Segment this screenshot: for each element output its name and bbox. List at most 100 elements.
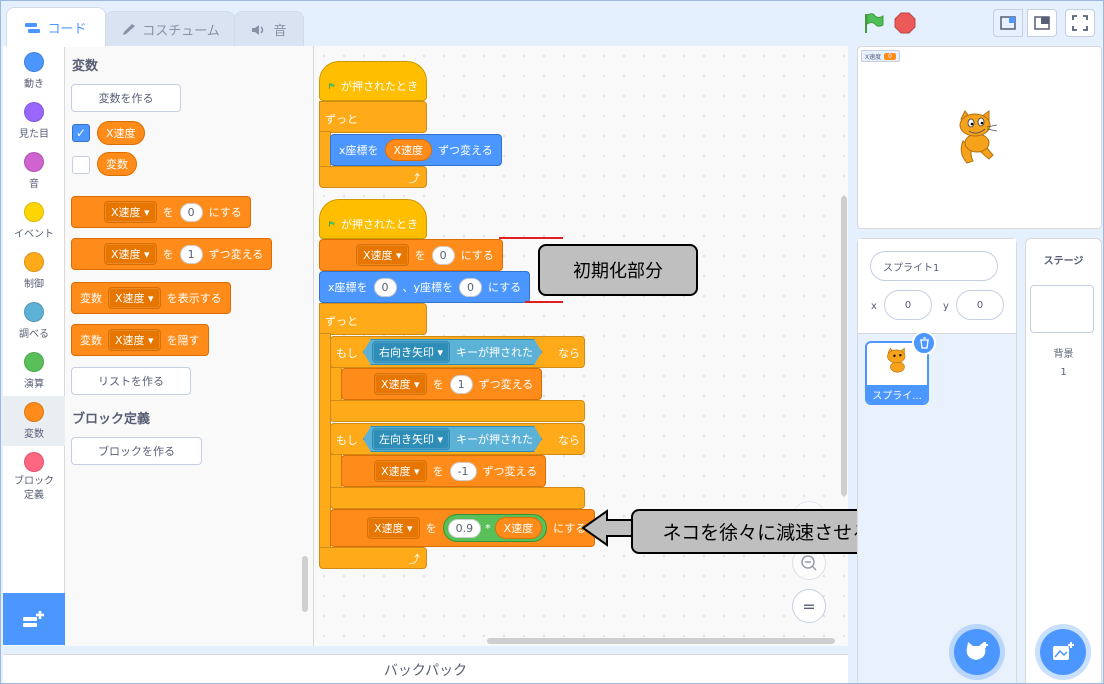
variable-monitor[interactable]: X速度 0 [861, 50, 900, 62]
stage-thumbnail[interactable] [1030, 285, 1094, 333]
variable-dropdown[interactable]: X速度 ▾ [367, 517, 420, 539]
key-pressed-sensor-2[interactable]: 左向き矢印 ▾ キーが押された [363, 426, 542, 452]
tab-sounds[interactable]: 音 [234, 11, 304, 47]
dd-label: X速度 [111, 206, 141, 219]
change-variable-block-2[interactable]: X速度 ▾ を 1 ずつ変える [341, 368, 543, 400]
show-variable-block[interactable]: 変数 X速度 ▾ を表示する [71, 282, 231, 314]
zoom-reset-button[interactable]: = [792, 589, 826, 623]
delete-sprite-button[interactable] [912, 331, 936, 355]
workspace-v-scrollbar[interactable] [841, 196, 847, 496]
block-text: ずつ変える [482, 465, 538, 478]
fullscreen-button[interactable] [1065, 9, 1095, 37]
backpack[interactable]: バックパック [3, 654, 848, 683]
choose-sprite-button[interactable] [954, 629, 1000, 675]
stop-icon[interactable] [894, 12, 916, 34]
palette-heading-variables: 変数 [72, 59, 99, 74]
category-myblocks[interactable]: ブロック定義 [3, 446, 65, 506]
variable-dropdown[interactable]: X速度 ▾ [108, 287, 161, 309]
var2-checkbox[interactable] [72, 156, 90, 174]
dd-label: X速度 [363, 249, 393, 262]
number-input[interactable]: 0.9 [447, 518, 482, 538]
change-x-block[interactable]: x座標を X速度 ずつ変える [330, 134, 502, 166]
variable-dropdown[interactable]: X速度 ▾ [104, 201, 157, 223]
category-label: 音 [29, 179, 39, 190]
stage-pane-title: ステージ [1043, 255, 1084, 267]
variable-dropdown[interactable]: X速度 ▾ [356, 244, 409, 266]
callout-init: 初期化部分 [538, 244, 698, 296]
stage-pane: ステージ 背景 1 [1025, 238, 1102, 683]
key-pressed-sensor[interactable]: 右向き矢印 ▾ キーが押された [363, 339, 542, 365]
choose-backdrop-button[interactable] [1040, 629, 1086, 675]
speaker-icon [252, 24, 264, 35]
category-variables[interactable]: 変数 [3, 396, 65, 446]
key-dropdown[interactable]: 右向き矢印 ▾ [372, 341, 450, 363]
cat-sprite-icon[interactable] [953, 109, 1003, 167]
number-input[interactable]: 0 [431, 245, 455, 265]
make-variable-button[interactable]: 変数を作る [71, 84, 181, 112]
variables-dot [24, 402, 44, 422]
var1-reporter[interactable]: X速度 [97, 121, 145, 145]
tab-code[interactable]: コード [6, 7, 106, 47]
sprite-name-input[interactable]: スプライト1 [870, 251, 998, 281]
number-input[interactable]: 0 [179, 202, 203, 222]
key-dropdown[interactable]: 左向き矢印 ▾ [372, 428, 450, 450]
change-variable-block[interactable]: X速度 ▾ を 1 ずつ変える [71, 238, 273, 270]
x-label: x [871, 301, 877, 312]
loop-arrow-icon: ⤴ [409, 553, 420, 566]
variable-reporter[interactable]: X速度 [384, 139, 433, 161]
variable-dropdown[interactable]: X速度 ▾ [374, 373, 427, 395]
large-stage-button[interactable] [1027, 9, 1057, 37]
events-dot [24, 202, 44, 222]
var2-reporter[interactable]: 変数 [97, 152, 137, 176]
variable-reporter[interactable]: X速度 [494, 517, 543, 539]
sprite-x-input[interactable]: 0 [884, 290, 932, 320]
block-text: 変数 [80, 292, 102, 305]
sprite-y-input[interactable]: 0 [956, 290, 1004, 320]
stage-canvas[interactable]: X速度 0 [857, 46, 1102, 229]
green-flag-icon[interactable] [861, 11, 885, 35]
if-label: もし [336, 434, 358, 447]
set-variable-block[interactable]: X速度 ▾ を 0 にする [71, 196, 251, 228]
number-input[interactable]: -1 [449, 461, 477, 481]
variable-dropdown[interactable]: X速度 ▾ [108, 329, 161, 351]
sprite-pane: スプライト1 x 0 y 0 スプライ... [857, 238, 1017, 683]
category-operators[interactable]: 演算 [3, 346, 65, 396]
category-events[interactable]: イベント [3, 196, 65, 246]
backdrops-count: 1 [1060, 367, 1067, 378]
when-flag-clicked-hat[interactable]: が押されたとき [319, 61, 427, 101]
variable-dropdown[interactable]: X速度 ▾ [374, 460, 427, 482]
x-input[interactable]: 0 [373, 277, 397, 297]
category-sound[interactable]: 音 [3, 146, 65, 196]
category-sensing[interactable]: 調べる [3, 296, 65, 346]
y-input[interactable]: 0 [459, 277, 483, 297]
number-input[interactable]: 1 [179, 244, 203, 264]
make-list-button[interactable]: リストを作る [71, 367, 191, 395]
multiply-operator[interactable]: 0.9 * X速度 [442, 514, 548, 542]
category-motion[interactable]: 動き [3, 46, 65, 96]
workspace-h-scrollbar[interactable] [487, 638, 835, 644]
category-label: 制御 [24, 279, 44, 290]
change-variable-block-3[interactable]: X速度 ▾ を -1 ずつ変える [341, 455, 547, 487]
hide-variable-block[interactable]: 変数 X速度 ▾ を隠す [71, 324, 209, 356]
category-control[interactable]: 制御 [3, 246, 65, 296]
sound-dot [24, 152, 44, 172]
dd-label: X速度 [374, 522, 404, 535]
add-extension-button[interactable] [3, 593, 65, 645]
category-looks[interactable]: 見た目 [3, 96, 65, 146]
variable-dropdown[interactable]: X速度 ▾ [104, 243, 157, 265]
block-text: キーが押された [456, 433, 534, 446]
myblocks-dot [24, 452, 44, 472]
number-input[interactable]: 1 [449, 374, 473, 394]
palette-scrollbar[interactable] [302, 556, 308, 612]
small-stage-button[interactable] [993, 9, 1023, 37]
set-variable-block-3[interactable]: X速度 ▾ を 0.9 * X速度 にする [330, 509, 596, 547]
set-variable-block-2[interactable]: X速度 ▾ を 0 にする [319, 239, 503, 271]
scratch-editor: コード コスチューム 音 動き 見た目 音 イベント 制御 調べる 演算 変数 … [0, 0, 1104, 684]
tab-costumes[interactable]: コスチューム [105, 11, 235, 47]
small-stage-icon [1000, 16, 1016, 30]
block-text: を隠す [166, 334, 200, 347]
when-flag-clicked-hat-2[interactable]: が押されたとき [319, 199, 427, 239]
var1-checkbox[interactable]: ✓ [72, 124, 90, 142]
if-bottom-2 [330, 487, 585, 509]
make-block-button[interactable]: ブロックを作る [71, 437, 202, 465]
